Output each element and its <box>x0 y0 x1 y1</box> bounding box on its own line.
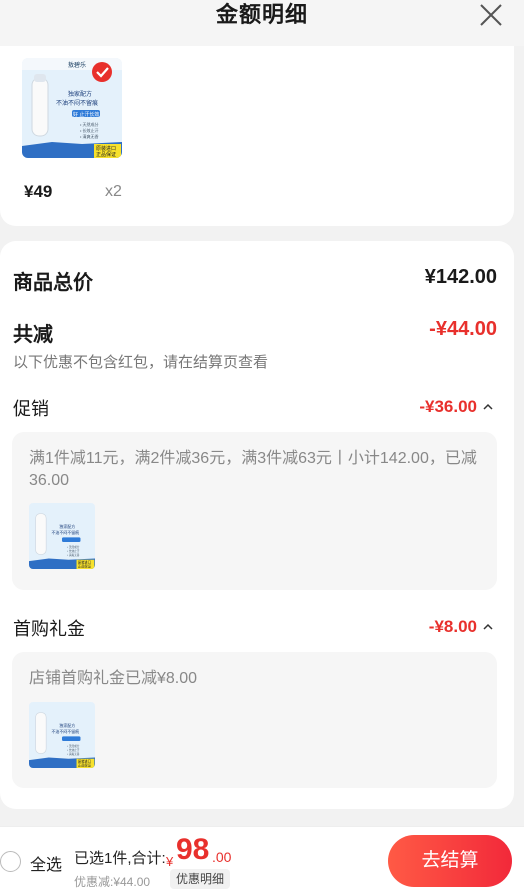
promotion-detail-box: 满1件减11元，满2件减36元，满3件减63元丨小计142.00，已减36.00… <box>12 432 497 590</box>
total-value: ¥142.00 <box>424 266 497 288</box>
svg-text:独家配方: 独家配方 <box>59 524 75 529</box>
chevron-up-icon[interactable] <box>482 621 494 633</box>
svg-text:正品保证: 正品保证 <box>78 763 92 768</box>
svg-text:• 长效止汗: • 长效止汗 <box>67 549 80 553</box>
svg-text:• 清爽无香: • 清爽无香 <box>67 553 80 557</box>
promotion-detail: 满1件减11元，满2件减36元，满3件减63元丨小计142.00，已减36.00 <box>29 450 477 489</box>
first-purchase-gift-label: 首购礼金 <box>13 619 85 639</box>
total-label: 商品总价 <box>13 272 93 294</box>
promotion-label: 促销 <box>13 399 49 419</box>
checkout-button[interactable]: 去结算 <box>388 835 512 887</box>
discount-note: 以下优惠不包含红包，请在结算页查看 <box>13 354 269 371</box>
svg-text:原装进口: 原装进口 <box>78 759 91 764</box>
first-purchase-gift-value[interactable]: -¥8.00 <box>429 617 477 637</box>
svg-text:正品保证: 正品保证 <box>78 564 92 569</box>
reduction-value: -¥44.00 <box>429 318 497 340</box>
svg-text:原装进口: 原装进口 <box>78 560 91 565</box>
reduction-label: 共减 <box>13 324 53 346</box>
amount-breakdown: 商品总价 ¥142.00 共减 -¥44.00 以下优惠不包含红包，请在结算页查… <box>0 241 514 809</box>
close-icon[interactable] <box>478 2 504 28</box>
product-price: ¥49 <box>24 182 53 201</box>
svg-text:独家配方: 独家配方 <box>68 90 92 98</box>
selected-summary: 已选1件,合计: <box>74 850 166 867</box>
total-decimal: .00 <box>212 849 232 865</box>
svg-text:• 天然成分: • 天然成分 <box>80 121 99 127</box>
chevron-up-icon[interactable] <box>482 401 494 413</box>
svg-text:不油不闷不留痕: 不油不闷不留痕 <box>51 530 79 535</box>
discount-detail-button[interactable]: 优惠明细 <box>170 869 231 889</box>
svg-text:• 清爽无香: • 清爽无香 <box>67 752 80 756</box>
svg-text:• 天然成分: • 天然成分 <box>67 744 80 748</box>
checkout-bar: 全选 已选1件,合计: ¥ 98 .00 优惠减:¥44.00 优惠明细 去结算 <box>0 826 524 893</box>
svg-text:正品保证: 正品保证 <box>96 151 116 158</box>
svg-text:不油不闷不留痕: 不油不闷不留痕 <box>51 729 79 734</box>
total-currency: ¥ <box>166 854 174 869</box>
svg-text:• 长效止汗: • 长效止汗 <box>80 127 99 133</box>
select-all-label[interactable]: 全选 <box>30 851 62 875</box>
select-all-checkbox[interactable] <box>0 851 21 872</box>
product-image[interactable]: 敖碧乐 独家配方 不油不闷不留痕 好 止汗长效 • 天然成分 • 长效止汗 • … <box>22 58 122 158</box>
discount-amount: 优惠减:¥44.00 <box>74 875 151 889</box>
svg-text:• 长效止汗: • 长效止汗 <box>67 748 80 752</box>
svg-text:好 止汗长效: 好 止汗长效 <box>73 111 99 118</box>
svg-text:• 天然成分: • 天然成分 <box>67 545 80 549</box>
svg-text:• 清爽无香: • 清爽无香 <box>80 133 99 139</box>
svg-text:独家配方: 独家配方 <box>59 723 75 728</box>
gift-detail-box: 店铺首购礼金已减¥8.00 独家配方 不油不闷不留痕 • 天然成分 • 长效止汗… <box>12 652 497 788</box>
gift-product-image[interactable]: 独家配方 不油不闷不留痕 • 天然成分 • 长效止汗 • 清爽无香 原装进口 正… <box>29 702 95 768</box>
svg-text:原装进口: 原装进口 <box>96 145 116 152</box>
header: 金额明细 <box>0 0 524 46</box>
svg-text:不油不闷不留痕: 不油不闷不留痕 <box>56 99 98 107</box>
page-title: 金额明细 <box>215 2 308 27</box>
product-quantity: x2 <box>105 183 122 200</box>
product-card: 敖碧乐 独家配方 不油不闷不留痕 好 止汗长效 • 天然成分 • 长效止汗 • … <box>0 46 514 226</box>
promotion-value[interactable]: -¥36.00 <box>419 397 477 417</box>
svg-text:敖碧乐: 敖碧乐 <box>68 61 86 69</box>
total-amount: 98 <box>176 833 210 866</box>
promotion-product-image[interactable]: 独家配方 不油不闷不留痕 • 天然成分 • 长效止汗 • 清爽无香 原装进口 正… <box>29 503 95 569</box>
gift-detail: 店铺首购礼金已减¥8.00 <box>29 670 198 687</box>
